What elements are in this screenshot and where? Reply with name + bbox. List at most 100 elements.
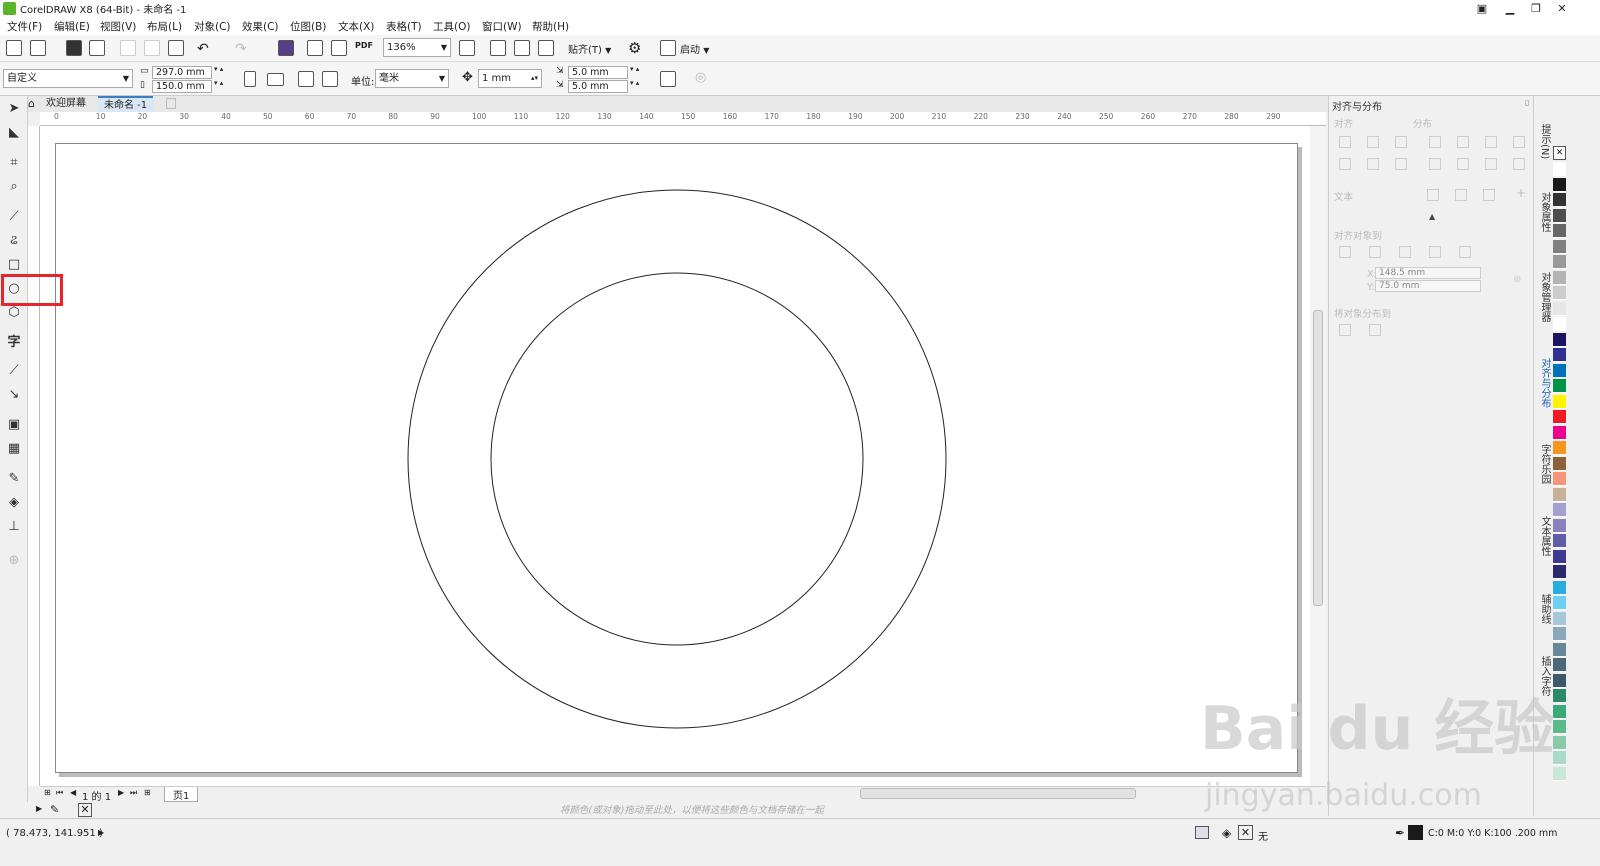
color-swatch[interactable] — [1553, 596, 1566, 610]
horizontal-ruler[interactable]: 0 10 20 30 40 50 60 70 80 90 100 110 120 130 140 150 160… — [40, 112, 1326, 126]
docker-tab-guidelines[interactable]: 辅助线 — [1537, 594, 1552, 624]
tab-document[interactable]: 未命名 -1 — [98, 96, 154, 112]
zoom-level-combo[interactable]: 136% ▼ — [383, 38, 451, 57]
open-icon[interactable] — [30, 40, 46, 56]
color-swatch[interactable] — [1553, 518, 1566, 533]
color-swatch[interactable] — [1553, 425, 1566, 440]
freehand-tool-icon[interactable]: ⟋ — [5, 208, 23, 226]
add-page-before-icon[interactable]: ⊞ — [44, 788, 51, 797]
color-swatch[interactable] — [1553, 363, 1566, 378]
text-first-line-icon[interactable] — [1427, 189, 1439, 201]
color-swatch[interactable] — [1553, 534, 1566, 548]
duplicate-distance-x-field[interactable]: 5.0 mm — [568, 66, 628, 79]
parallel-dimension-tool-icon[interactable]: ⟋ — [5, 362, 23, 380]
distribute-spacing-v-icon[interactable] — [1513, 158, 1525, 170]
connector-tool-icon[interactable]: ↘ — [5, 386, 23, 404]
color-swatch[interactable] — [1553, 503, 1566, 517]
color-swatch[interactable] — [1553, 472, 1566, 486]
units-combo[interactable]: 毫米 ▼ — [375, 69, 449, 88]
crop-tool-icon[interactable]: ⌗ — [5, 154, 23, 172]
grid-icon[interactable] — [1429, 246, 1441, 258]
landscape-icon[interactable] — [267, 73, 284, 86]
text-last-line-icon[interactable] — [1455, 189, 1467, 201]
portrait-icon[interactable] — [244, 71, 256, 87]
new-document-icon[interactable] — [6, 40, 22, 56]
color-swatch[interactable] — [1553, 239, 1566, 254]
align-center-h-icon[interactable] — [1367, 136, 1379, 148]
color-swatch[interactable] — [1553, 611, 1566, 626]
all-pages-icon[interactable] — [298, 71, 314, 87]
launch-dropdown[interactable]: 启动 ▼ — [680, 41, 709, 56]
color-swatch[interactable] — [1553, 565, 1566, 579]
application-launcher-icon[interactable] — [660, 40, 676, 56]
options-gear-icon[interactable]: ⚙ — [628, 39, 641, 57]
menu-layout[interactable]: 布局(L) — [147, 19, 182, 34]
close-button[interactable]: ✕ — [1548, 0, 1576, 17]
duplicate-y-stepper[interactable]: ▾ ▴ — [630, 80, 639, 87]
menu-tools[interactable]: 工具(O) — [433, 19, 470, 34]
drop-shadow-tool-icon[interactable]: ▣ — [5, 416, 23, 434]
outer-circle[interactable] — [407, 189, 947, 729]
page-tab-1[interactable]: 页1 — [164, 787, 199, 802]
page-width-field[interactable]: 297.0 mm — [152, 66, 212, 79]
align-right-icon[interactable] — [1395, 136, 1407, 148]
menu-file[interactable]: 文件(F) — [7, 19, 42, 34]
docker-tab-hints[interactable]: 提示(N) — [1537, 124, 1552, 159]
print-icon[interactable] — [89, 40, 105, 56]
color-swatch[interactable] — [1553, 689, 1566, 703]
color-swatch[interactable] — [1553, 410, 1566, 424]
vertical-ruler[interactable] — [28, 126, 40, 786]
fill-none-swatch-icon[interactable]: ✕ — [1238, 825, 1253, 840]
color-swatch[interactable] — [1553, 193, 1566, 207]
distribute-spacing-h-icon[interactable] — [1513, 136, 1525, 148]
color-swatch[interactable] — [1553, 735, 1566, 750]
color-swatch[interactable] — [1553, 208, 1566, 223]
add-page-after-icon[interactable]: ⊞ — [144, 788, 151, 797]
nudge-distance-field[interactable]: 1 mm ▴▾ — [478, 69, 542, 88]
align-center-v-icon[interactable] — [1367, 158, 1379, 170]
color-swatch[interactable] — [1553, 224, 1566, 238]
snap-to-dropdown[interactable]: 贴齐(T) ▼ — [568, 41, 611, 56]
menu-table[interactable]: 表格(T) — [386, 19, 422, 34]
eyedropper-icon[interactable]: ✎ — [50, 803, 59, 816]
previous-page-icon[interactable]: ◀ — [70, 788, 76, 797]
restore-button[interactable]: ❐ — [1522, 0, 1550, 17]
eyedropper-tool-icon[interactable]: ✎ — [5, 470, 23, 488]
color-swatch[interactable] — [1553, 441, 1566, 455]
drawing-page[interactable] — [55, 143, 1298, 773]
cut-icon[interactable] — [120, 40, 136, 56]
color-swatch[interactable] — [1553, 348, 1566, 362]
next-page-icon[interactable]: ▶ — [118, 788, 124, 797]
quick-customize-icon[interactable]: ◎ — [695, 70, 706, 85]
height-stepper[interactable]: ▾ ▴ — [214, 80, 223, 87]
color-swatch[interactable] — [1553, 673, 1566, 688]
distribute-page-icon[interactable] — [1369, 324, 1381, 336]
rectangle-tool-icon[interactable]: □ — [5, 256, 23, 274]
color-swatch[interactable] — [1553, 301, 1566, 316]
align-top-icon[interactable] — [1339, 158, 1351, 170]
color-swatch[interactable] — [1553, 580, 1566, 595]
align-bottom-icon[interactable] — [1395, 158, 1407, 170]
full-screen-icon[interactable] — [459, 40, 475, 56]
treat-as-filled-icon[interactable] — [660, 71, 676, 87]
color-swatch[interactable] — [1553, 487, 1566, 502]
paste-icon[interactable] — [168, 40, 184, 56]
menu-edit[interactable]: 编辑(E) — [54, 19, 90, 34]
docker-tab-align-distribute[interactable]: 对齐与分布 — [1537, 358, 1552, 408]
docker-close-icon[interactable]: ▯ — [1525, 98, 1529, 107]
align-left-icon[interactable] — [1339, 136, 1351, 148]
distribute-left-icon[interactable] — [1429, 136, 1441, 148]
color-swatch[interactable] — [1553, 270, 1566, 285]
outline-color-swatch[interactable] — [1408, 825, 1423, 840]
color-swatch[interactable] — [1553, 255, 1566, 269]
color-swatch[interactable] — [1553, 317, 1566, 331]
color-swatch[interactable] — [1553, 456, 1566, 471]
last-page-icon[interactable]: ⏭ — [130, 788, 137, 798]
color-swatch[interactable] — [1553, 162, 1566, 176]
color-swatch[interactable] — [1553, 751, 1566, 765]
color-swatch[interactable] — [1553, 286, 1566, 300]
distribute-middle-icon[interactable] — [1457, 158, 1469, 170]
color-swatch[interactable] — [1553, 720, 1566, 734]
distribute-bottom-icon[interactable] — [1485, 158, 1497, 170]
color-swatch[interactable] — [1553, 379, 1566, 393]
